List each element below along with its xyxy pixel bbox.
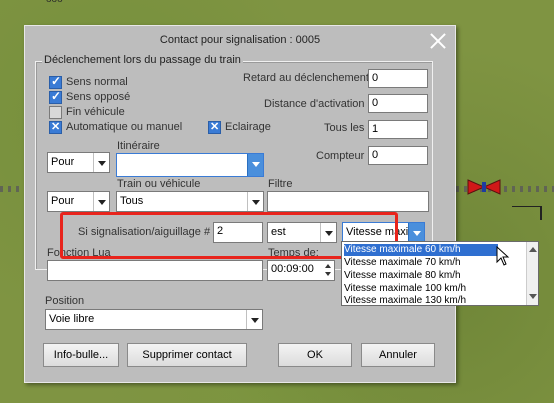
auto-manuel-checkbox[interactable] (49, 120, 62, 134)
spin-up-icon[interactable] (325, 264, 331, 268)
chevron-down-icon[interactable] (408, 223, 424, 242)
background-label: ooo (46, 0, 63, 5)
chevron-down-icon[interactable] (93, 153, 109, 172)
retard-input[interactable]: 0 (368, 69, 428, 88)
itineraire-select[interactable] (116, 153, 264, 177)
signal-marker-icon[interactable] (466, 178, 502, 196)
train-label: Train ou véhicule (117, 178, 201, 190)
distance-input[interactable]: 0 (368, 94, 428, 113)
track-end-marker (512, 206, 542, 220)
train-select[interactable]: Tous (116, 191, 264, 212)
filtre-label: Filtre (268, 178, 293, 190)
annuler-button[interactable]: Annuler (361, 343, 435, 367)
distance-label: Distance d'activation (264, 98, 365, 110)
mouse-cursor-icon (496, 246, 510, 266)
pour-itineraire-value: Pour (51, 156, 75, 168)
compteur-label: Compteur (316, 150, 365, 162)
retard-label: Retard au déclenchement (243, 72, 369, 84)
ok-button[interactable]: OK (278, 343, 352, 367)
fin-vehicule-checkbox[interactable] (49, 106, 62, 119)
dropdown-option[interactable]: Vitesse maximale 70 km/h (344, 257, 461, 269)
chevron-down-icon[interactable] (93, 192, 109, 211)
eclairage-checkbox[interactable] (208, 120, 221, 134)
compteur-input[interactable]: 0 (368, 146, 428, 165)
dropdown-option[interactable]: Vitesse maximale 100 km/h (344, 283, 466, 295)
scroll-up-icon[interactable] (529, 247, 537, 252)
dropdown-option[interactable]: Vitesse maximale 60 km/h (344, 244, 498, 256)
itineraire-label: Itinéraire (117, 140, 160, 152)
info-bulle-button[interactable]: Info-bulle... (43, 343, 119, 367)
chevron-down-icon[interactable] (246, 310, 262, 329)
temps-spinner[interactable] (323, 261, 333, 280)
dropdown-option[interactable]: Vitesse maximale 130 km/h (344, 295, 466, 307)
dropdown-scrollbar[interactable] (526, 242, 538, 305)
chevron-down-icon[interactable] (247, 154, 263, 176)
sens-normal-label: Sens normal (66, 76, 128, 88)
fin-vehicule-label: Fin véhicule (66, 106, 125, 118)
dropdown-option[interactable]: Vitesse maximale 80 km/h (344, 270, 461, 282)
trigger-group-label: Déclenchement lors du passage du train (42, 54, 243, 66)
sens-oppose-label: Sens opposé (66, 91, 131, 103)
pour-train-select[interactable]: Pour (47, 191, 110, 212)
position-group-label: Position (45, 295, 85, 307)
eclairage-label: Eclairage (225, 121, 271, 133)
sens-oppose-checkbox[interactable] (49, 89, 62, 104)
pour-itineraire-select[interactable]: Pour (47, 152, 110, 173)
chevron-down-icon[interactable] (247, 192, 263, 211)
tous-les-input[interactable]: 1 (368, 120, 428, 139)
temps-value: 00:09:00 (271, 263, 314, 275)
contact-dialog: Contact pour signalisation : 0005 Déclen… (24, 25, 456, 383)
fonction-lua-input[interactable] (47, 260, 263, 281)
position-value: Voie libre (49, 313, 95, 325)
dialog-title: Contact pour signalisation : 0005 (159, 34, 321, 46)
position-select[interactable]: Voie libre (45, 309, 263, 330)
supprimer-contact-button[interactable]: Supprimer contact (127, 343, 247, 367)
spin-down-icon[interactable] (325, 272, 331, 276)
train-value: Tous (120, 195, 144, 207)
pour-train-value: Pour (51, 195, 75, 207)
auto-manuel-label: Automatique ou manuel (66, 121, 183, 133)
sens-normal-checkbox[interactable] (49, 74, 62, 89)
scroll-down-icon[interactable] (529, 294, 537, 299)
close-icon[interactable] (429, 32, 447, 50)
tous-les-label: Tous les (324, 122, 365, 134)
filtre-input[interactable] (267, 191, 429, 212)
